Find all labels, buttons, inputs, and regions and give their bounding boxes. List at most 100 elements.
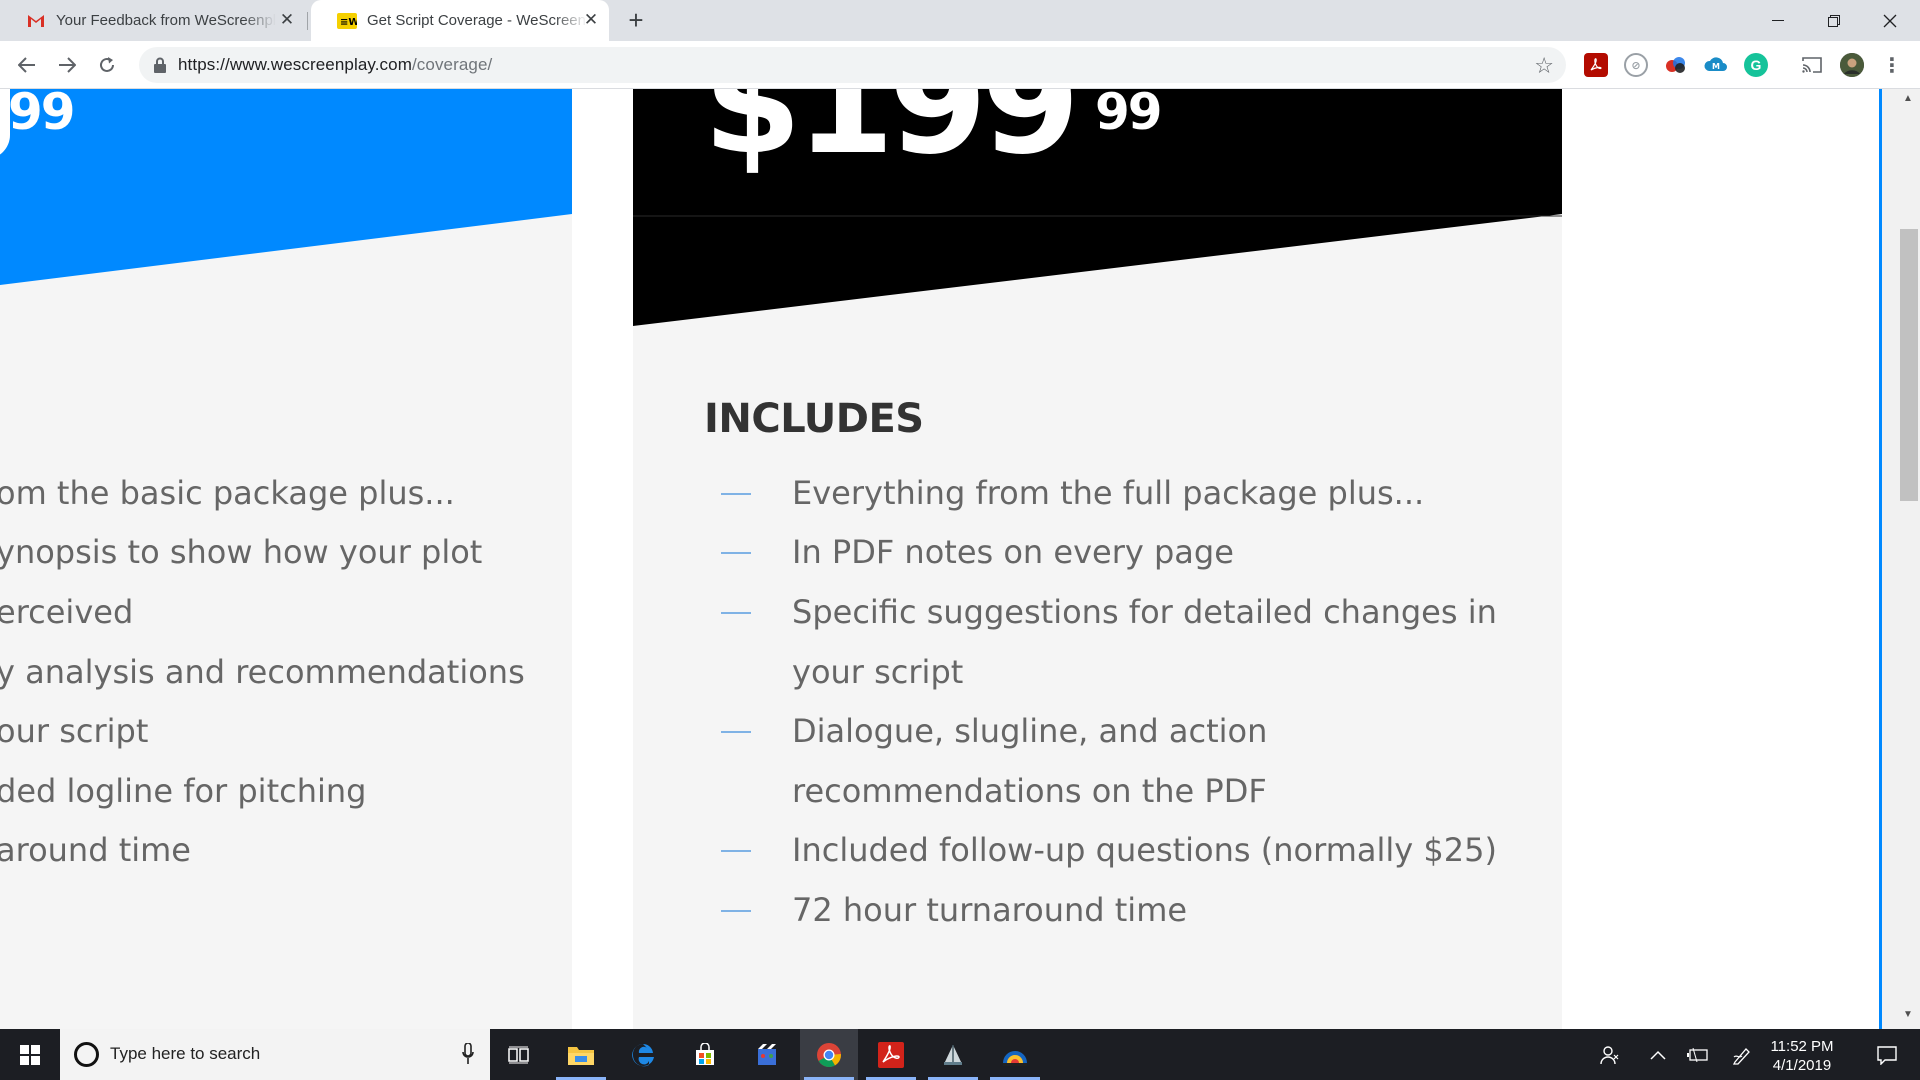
action-center-icon[interactable] <box>1862 1029 1912 1080</box>
edge-icon <box>632 1043 654 1066</box>
file-explorer-button[interactable] <box>552 1029 610 1080</box>
reload-button[interactable] <box>92 51 122 79</box>
list-dash-icon <box>721 731 751 733</box>
right-feature-2: In PDF notes on every page <box>792 533 1234 571</box>
minimize-button[interactable] <box>1750 0 1806 41</box>
right-feature-6: 72 hour turnaround time <box>792 891 1188 929</box>
windows-taskbar: Type here to search 11:52 PM 4/1/2019 <box>0 1029 1920 1080</box>
media-player-button[interactable] <box>986 1029 1044 1080</box>
film-app-icon <box>758 1043 776 1065</box>
left-feature-7: around time <box>0 831 191 869</box>
scroll-down-arrow-icon[interactable]: ▼ <box>1898 1009 1918 1025</box>
task-view-icon <box>508 1046 529 1063</box>
close-window-button[interactable] <box>1862 0 1918 41</box>
browser-tab-strip: Your Feedback from WeScreenplay ✕ ≡W Get… <box>0 0 1920 41</box>
chrome-icon <box>817 1042 841 1067</box>
reload-icon <box>100 57 114 72</box>
acrobat-extension-icon[interactable] <box>1584 53 1608 77</box>
profile-avatar[interactable] <box>1840 53 1864 77</box>
list-dash-icon <box>721 552 751 554</box>
folder-icon <box>568 1046 594 1065</box>
player-icon <box>1003 1050 1027 1066</box>
quill-app-icon <box>944 1044 962 1065</box>
right-feature-1: Everything from the full package plus... <box>792 474 1425 512</box>
forward-button[interactable] <box>52 51 82 79</box>
lock-icon <box>154 57 166 73</box>
tab-get-script-coverage[interactable]: ≡W Get Script Coverage - WeScreenplay ✕ <box>311 0 609 41</box>
people-icon[interactable] <box>1590 1029 1630 1080</box>
wescreenplay-icon: ≡W <box>337 11 357 31</box>
start-button[interactable] <box>0 1029 60 1080</box>
left-card-header <box>0 89 572 285</box>
grammarly-extension-icon[interactable]: G <box>1744 53 1768 77</box>
svg-text:M: M <box>1712 62 1720 71</box>
microsoft-store-button[interactable] <box>676 1029 734 1080</box>
media-app-button[interactable] <box>738 1029 796 1080</box>
cloud-extension-icon[interactable]: M <box>1704 53 1728 77</box>
chrome-taskbar-button[interactable] <box>800 1029 858 1080</box>
right-price-cents: 99 <box>1095 89 1163 141</box>
page-scrollbar[interactable]: ▲ ▼ <box>1882 89 1920 1029</box>
cast-icon[interactable] <box>1800 53 1824 77</box>
back-arrow-icon <box>18 57 35 73</box>
close-tab-icon[interactable]: ✕ <box>581 10 601 30</box>
acrobat-taskbar-button[interactable] <box>862 1029 920 1080</box>
page-viewport: 99 om the basic package plus... ynopsis … <box>0 89 1882 1029</box>
left-feature-3: erceived <box>0 593 134 631</box>
list-dash-icon <box>721 850 751 852</box>
url-text[interactable]: https://www.wescreenplay.com/coverage/ <box>178 55 492 75</box>
list-dash-icon <box>721 493 751 495</box>
right-feature-3-cont: your script <box>792 653 964 691</box>
back-button[interactable] <box>12 51 42 79</box>
tab-separator <box>307 12 308 30</box>
list-dash-icon <box>721 612 751 614</box>
microphone-icon <box>462 1043 474 1064</box>
list-dash-icon <box>721 910 751 912</box>
right-feature-4-cont: recommendations on the PDF <box>792 772 1267 810</box>
tab-title: Get Script Coverage - WeScreenplay <box>367 12 587 29</box>
left-feature-2: ynopsis to show how your plot <box>0 533 483 571</box>
show-hidden-icons-chevron-icon[interactable] <box>1640 1029 1676 1080</box>
right-pricing-card: $199 99 INCLUDES Everything from the ful… <box>633 89 1562 1029</box>
new-tab-button[interactable]: + <box>622 7 650 35</box>
tab-title: Your Feedback from WeScreenplay <box>56 12 276 29</box>
left-feature-5: our script <box>0 712 149 750</box>
blocker-extension-icon[interactable]: ⊘ <box>1624 53 1648 77</box>
browser-toolbar: https://www.wescreenplay.com/coverage/ ☆… <box>0 41 1920 89</box>
scroll-up-arrow-icon[interactable]: ▲ <box>1898 93 1918 109</box>
url-path: /coverage/ <box>411 55 493 74</box>
left-feature-6: ded logline for pitching <box>0 772 367 810</box>
url-host: https://www.wescreenplay.com <box>178 55 412 74</box>
svg-text:≡W: ≡W <box>340 17 357 28</box>
forward-arrow-icon <box>59 57 76 73</box>
includes-heading: INCLUDES <box>704 396 924 442</box>
clock-date: 4/1/2019 <box>1772 1057 1832 1074</box>
store-icon <box>696 1042 714 1065</box>
address-bar[interactable]: https://www.wescreenplay.com/coverage/ ☆ <box>139 47 1566 83</box>
colorful-extension-icon[interactable] <box>1664 53 1688 77</box>
right-price-dollars: $199 <box>703 89 1080 186</box>
restore-button[interactable] <box>1806 0 1862 41</box>
tab-gmail-feedback[interactable]: Your Feedback from WeScreenplay ✕ <box>0 0 305 41</box>
right-feature-5: Included follow-up questions (normally $… <box>792 831 1497 869</box>
browser-menu-icon[interactable]: ⋮ <box>1880 53 1904 77</box>
right-feature-3: Specific suggestions for detailed change… <box>792 593 1497 631</box>
search-placeholder: Type here to search <box>110 1044 261 1063</box>
left-price-cents: 99 <box>8 89 76 141</box>
windows-logo-icon <box>20 1044 40 1065</box>
battery-icon[interactable] <box>1680 1029 1716 1080</box>
left-pricing-card: 99 om the basic package plus... ynopsis … <box>0 89 572 1029</box>
close-tab-icon[interactable]: ✕ <box>277 10 297 30</box>
writing-app-button[interactable] <box>924 1029 982 1080</box>
left-feature-1: om the basic package plus... <box>0 474 455 512</box>
taskbar-clock[interactable]: 11:52 PM 4/1/2019 <box>1762 1037 1842 1075</box>
bookmark-star-icon[interactable]: ☆ <box>1534 53 1554 79</box>
left-feature-4: y analysis and recommendations <box>0 653 525 691</box>
scroll-thumb[interactable] <box>1900 229 1918 501</box>
edge-browser-button[interactable] <box>614 1029 672 1080</box>
task-view-button[interactable] <box>490 1029 548 1080</box>
pen-workspace-icon[interactable] <box>1724 1029 1760 1080</box>
clock-time: 11:52 PM <box>1770 1038 1834 1055</box>
taskbar-search-box[interactable]: Type here to search <box>60 1029 490 1080</box>
acrobat-icon <box>878 1041 904 1068</box>
